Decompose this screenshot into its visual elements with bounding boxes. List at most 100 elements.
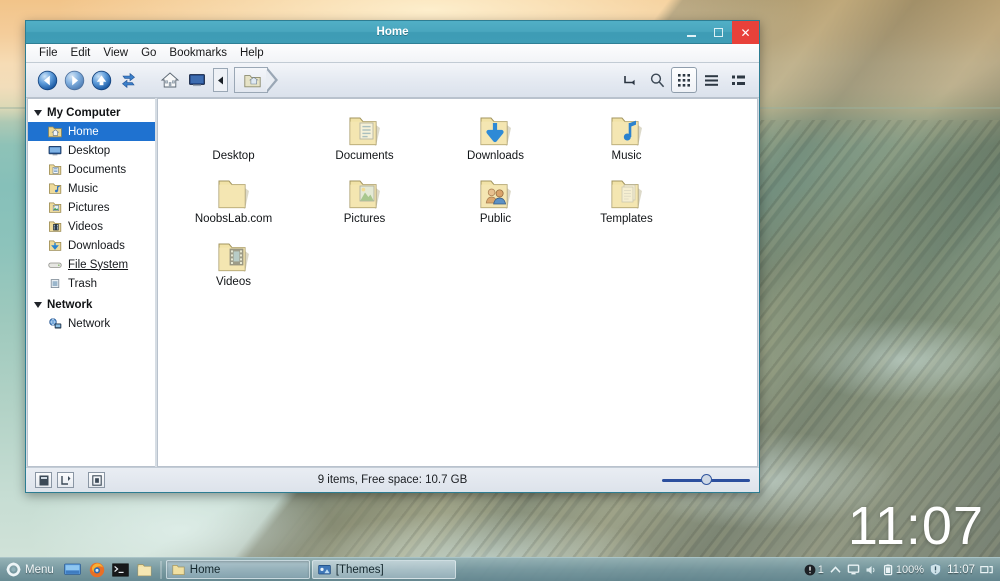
downloads-folder-icon: [49, 240, 62, 251]
desktop-icon[interactable]: [184, 67, 210, 93]
music-folder-icon: [49, 183, 62, 194]
templates-folder-icon: [608, 172, 646, 212]
firefox-icon[interactable]: [86, 560, 108, 580]
file-item-desktop[interactable]: Desktop: [168, 105, 299, 168]
sidebar-item-label: Trash: [68, 277, 97, 290]
system-tray[interactable]: 1 100% 11:07: [804, 563, 997, 576]
path-crumb-home[interactable]: [234, 67, 268, 93]
file-item-label: Pictures: [343, 213, 386, 225]
file-item-public[interactable]: Public: [430, 168, 561, 231]
file-item-pictures[interactable]: Pictures: [299, 168, 430, 231]
back-icon[interactable]: [34, 67, 60, 93]
file-view[interactable]: Desktop Documents Downloads Music NoobsL…: [157, 98, 758, 467]
reload-icon[interactable]: [115, 67, 141, 93]
sidebar-item-label: Downloads: [68, 239, 125, 252]
menubar[interactable]: File Edit View Go Bookmarks Help: [26, 44, 759, 63]
taskbar-task-themes[interactable]: [Themes]: [311, 560, 456, 579]
path-bar[interactable]: [213, 67, 278, 93]
list-view-icon[interactable]: [698, 67, 724, 93]
sidebar-item-network[interactable]: Network: [28, 314, 155, 333]
network-up-icon[interactable]: [829, 564, 842, 576]
compact-view-icon[interactable]: [725, 67, 751, 93]
sidebar-item-home[interactable]: Home: [28, 122, 155, 141]
file-item-videos[interactable]: Videos: [168, 231, 299, 294]
tray-updates[interactable]: 1: [804, 564, 824, 576]
chevron-down-icon: [34, 302, 42, 308]
path-scroll-left-icon[interactable]: [213, 68, 228, 92]
menu-file[interactable]: File: [33, 46, 64, 60]
forward-icon[interactable]: [61, 67, 87, 93]
statusbar-text: 9 items, Free space: 10.7 GB: [317, 474, 468, 486]
desktop-folder-icon: [48, 146, 62, 156]
shield-icon[interactable]: [929, 563, 942, 576]
file-item-documents[interactable]: Documents: [299, 105, 430, 168]
file-manager-icon[interactable]: [134, 560, 156, 580]
menu-bookmarks[interactable]: Bookmarks: [163, 46, 233, 60]
file-item-label: Templates: [600, 213, 653, 225]
file-item-noobslab[interactable]: NoobsLab.com: [168, 168, 299, 231]
menu-go[interactable]: Go: [135, 46, 162, 60]
gear-icon: [6, 562, 21, 577]
start-menu-button[interactable]: Menu: [3, 560, 60, 580]
sidebar[interactable]: My Computer Home Desktop Documents Music…: [27, 98, 155, 467]
folder-home-icon: [244, 74, 261, 87]
workspace-switcher-icon[interactable]: [980, 564, 993, 576]
up-icon[interactable]: [88, 67, 114, 93]
show-desktop-icon[interactable]: [62, 560, 84, 580]
terminal-icon[interactable]: [110, 560, 132, 580]
statusbar-button-1[interactable]: [35, 472, 52, 488]
file-item-label: Videos: [216, 276, 251, 288]
search-icon[interactable]: [644, 67, 670, 93]
file-manager-window[interactable]: Home ✕ File Edit View Go Bookmarks Help: [25, 20, 760, 493]
blank-icon: [215, 109, 252, 149]
minimize-button[interactable]: [678, 21, 705, 44]
zoom-slider[interactable]: [662, 472, 750, 488]
sidebar-item-trash[interactable]: Trash: [28, 274, 155, 293]
music-folder-icon: [608, 109, 646, 149]
window-titlebar[interactable]: Home ✕: [26, 21, 759, 44]
close-button[interactable]: ✕: [732, 21, 759, 44]
maximize-button[interactable]: [705, 21, 732, 44]
sidebar-item-label: File System: [68, 258, 129, 271]
window-controls: ✕: [678, 21, 759, 44]
sidebar-item-pictures[interactable]: Pictures: [28, 198, 155, 217]
statusbar-button-2[interactable]: [57, 472, 74, 488]
sidebar-item-documents[interactable]: Documents: [28, 160, 155, 179]
file-item-music[interactable]: Music: [561, 105, 692, 168]
sidebar-item-videos[interactable]: Videos: [28, 217, 155, 236]
menu-help[interactable]: Help: [234, 46, 270, 60]
documents-folder-icon: [346, 109, 384, 149]
sidebar-item-music[interactable]: Music: [28, 179, 155, 198]
sidebar-group-label: My Computer: [47, 107, 121, 119]
open-terminal-icon[interactable]: [617, 67, 643, 93]
statusbar-button-3[interactable]: [88, 472, 105, 488]
battery-indicator[interactable]: 100%: [883, 564, 924, 576]
taskbar[interactable]: Menu Home [Themes] 1 100% 11:07: [0, 557, 1000, 581]
toolbar[interactable]: [26, 63, 759, 98]
sidebar-item-downloads[interactable]: Downloads: [28, 236, 155, 255]
menu-edit[interactable]: Edit: [65, 46, 97, 60]
sidebar-item-desktop[interactable]: Desktop: [28, 141, 155, 160]
sidebar-group-label: Network: [47, 299, 93, 311]
taskbar-task-label: [Themes]: [335, 563, 384, 576]
display-icon[interactable]: [847, 564, 860, 576]
file-item-downloads[interactable]: Downloads: [430, 105, 561, 168]
desktop[interactable]: 11:07 Home ✕ File Edit View Go Bookmarks…: [0, 0, 1000, 581]
folder-icon: [172, 564, 185, 575]
taskbar-clock: 11:07: [947, 563, 975, 576]
battery-icon: [883, 564, 893, 575]
menu-view[interactable]: View: [97, 46, 134, 60]
volume-icon[interactable]: [865, 564, 878, 576]
home-icon[interactable]: [157, 67, 183, 93]
file-item-templates[interactable]: Templates: [561, 168, 692, 231]
sidebar-item-file-system[interactable]: File System: [28, 255, 155, 274]
sidebar-item-label: Home: [68, 125, 99, 138]
zoom-slider-handle[interactable]: [701, 474, 712, 485]
sidebar-group-network[interactable]: Network: [28, 296, 155, 314]
statusbar[interactable]: 9 items, Free space: 10.7 GB: [26, 467, 759, 492]
icon-view-icon[interactable]: [671, 67, 697, 93]
sidebar-item-label: Pictures: [68, 201, 110, 214]
taskbar-task-home[interactable]: Home: [165, 560, 310, 579]
sidebar-group-my-computer[interactable]: My Computer: [28, 104, 155, 122]
file-item-label: NoobsLab.com: [194, 213, 273, 225]
